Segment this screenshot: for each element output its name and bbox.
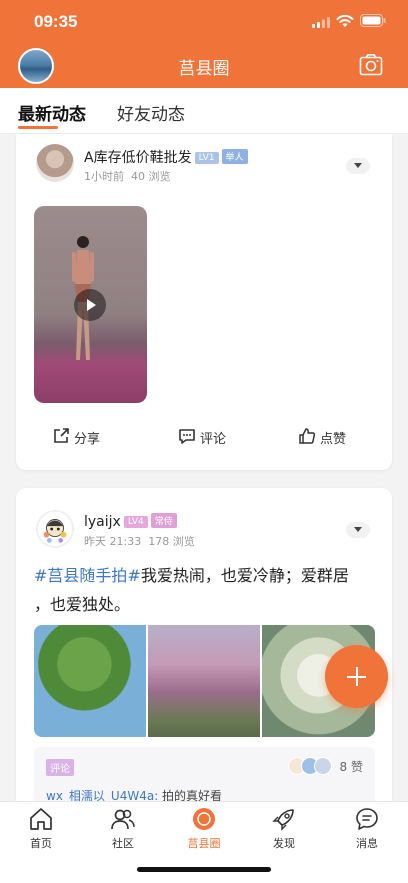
post-username-row: A库存低价鞋批发 LV1 举人 [84, 147, 248, 167]
nav-messages[interactable]: 消息 [337, 806, 397, 851]
comment-label: 评论 [200, 432, 227, 447]
post-meta: 1小时前 40 浏览 [84, 168, 171, 184]
level-badge: LV1 [194, 152, 219, 164]
tab-latest-label: 最新动态 [18, 105, 86, 125]
nav-discover[interactable]: 发现 [254, 806, 314, 851]
photo-thumbnail[interactable] [34, 625, 146, 737]
post-username[interactable]: lyaijx [84, 514, 121, 530]
post-views: 40 浏览 [131, 170, 171, 183]
photo-grid [34, 625, 375, 737]
home-indicator [137, 867, 271, 872]
nav-community-label: 社区 [112, 837, 134, 850]
play-icon[interactable] [74, 289, 106, 321]
post-username-row: lyaijx LV4 常侍 [84, 513, 177, 530]
battery-icon [360, 14, 386, 27]
page-title: 莒县圈 [178, 59, 230, 79]
post-views: 178 浏览 [148, 535, 195, 548]
active-tab-underline [18, 126, 58, 129]
share-icon [54, 428, 69, 443]
like-count: 8 赞 [339, 760, 363, 774]
add-post-button[interactable] [325, 645, 388, 708]
role-badge: 常侍 [150, 513, 177, 528]
post-actions: 分享 评论 点赞 [16, 418, 392, 458]
more-options-button[interactable] [346, 522, 370, 538]
nav-messages-label: 消息 [356, 837, 378, 850]
nav-community[interactable]: 社区 [93, 806, 153, 851]
community-icon [111, 809, 135, 830]
status-bar: 09:35 [0, 0, 408, 44]
top-bar: 09:35 莒县圈 [0, 0, 408, 88]
tab-latest[interactable]: 最新动态 [18, 100, 86, 129]
post-username[interactable]: A库存低价鞋批发 [84, 150, 192, 166]
camera-icon[interactable] [359, 53, 383, 77]
level-badge: LV4 [123, 516, 148, 528]
nav-circle[interactable]: 莒县圈 [174, 806, 234, 851]
user-avatar[interactable] [36, 510, 74, 548]
nav-discover-label: 发现 [273, 837, 295, 850]
liker-avatar [313, 757, 332, 775]
post-card[interactable]: A库存低价鞋批发 LV1 举人 1小时前 40 浏览 分享 评论 点赞 [16, 134, 392, 470]
tab-friends-label: 好友动态 [117, 105, 185, 125]
wifi-icon [336, 14, 354, 27]
nav-home-label: 首页 [30, 837, 52, 850]
home-icon [30, 808, 52, 830]
comment-section: 评论 8 赞 wx_相濡以_U4W4a: 拍的真好看 [34, 747, 375, 807]
role-badge: 举人 [221, 149, 248, 164]
nav-home[interactable]: 首页 [11, 806, 71, 851]
post-text-line2: ，也爱独处。 [34, 595, 131, 614]
message-icon [356, 808, 378, 830]
comment-tag: 评论 [46, 759, 74, 776]
post-text: #莒县随手拍#我爱热闹，也爱冷静；爱群居 ，也爱独处。 [34, 561, 374, 619]
circle-icon [193, 808, 215, 830]
rocket-icon [272, 809, 294, 831]
nav-bar: 莒县圈 [0, 44, 408, 88]
feed-tabs: 最新动态 好友动态 [0, 88, 408, 134]
like-label: 点赞 [320, 432, 347, 447]
post-time: 昨天 21:33 [84, 535, 142, 548]
more-options-button[interactable] [346, 158, 370, 174]
post-text-line1: 我爱热闹，也爱冷静；爱群居 [140, 566, 349, 585]
status-time: 09:35 [34, 12, 78, 31]
like-summary[interactable]: 8 赞 [287, 757, 363, 775]
signal-icon [312, 17, 330, 28]
comment-icon [179, 429, 195, 444]
thumbs-up-icon [299, 428, 316, 444]
tab-friends[interactable]: 好友动态 [117, 100, 185, 125]
nav-circle-label: 莒县圈 [187, 837, 221, 850]
user-avatar[interactable] [36, 144, 74, 182]
share-label: 分享 [74, 432, 101, 447]
post-meta: 昨天 21:33 178 浏览 [84, 533, 195, 549]
post-time: 1小时前 [84, 170, 124, 183]
post-card[interactable]: lyaijx LV4 常侍 昨天 21:33 178 浏览 #莒县随手拍#我爱热闹，… [16, 488, 392, 808]
photo-thumbnail[interactable] [148, 625, 260, 737]
hashtag-link[interactable]: #莒县随手拍# [34, 566, 141, 585]
video-thumbnail[interactable] [34, 206, 147, 403]
